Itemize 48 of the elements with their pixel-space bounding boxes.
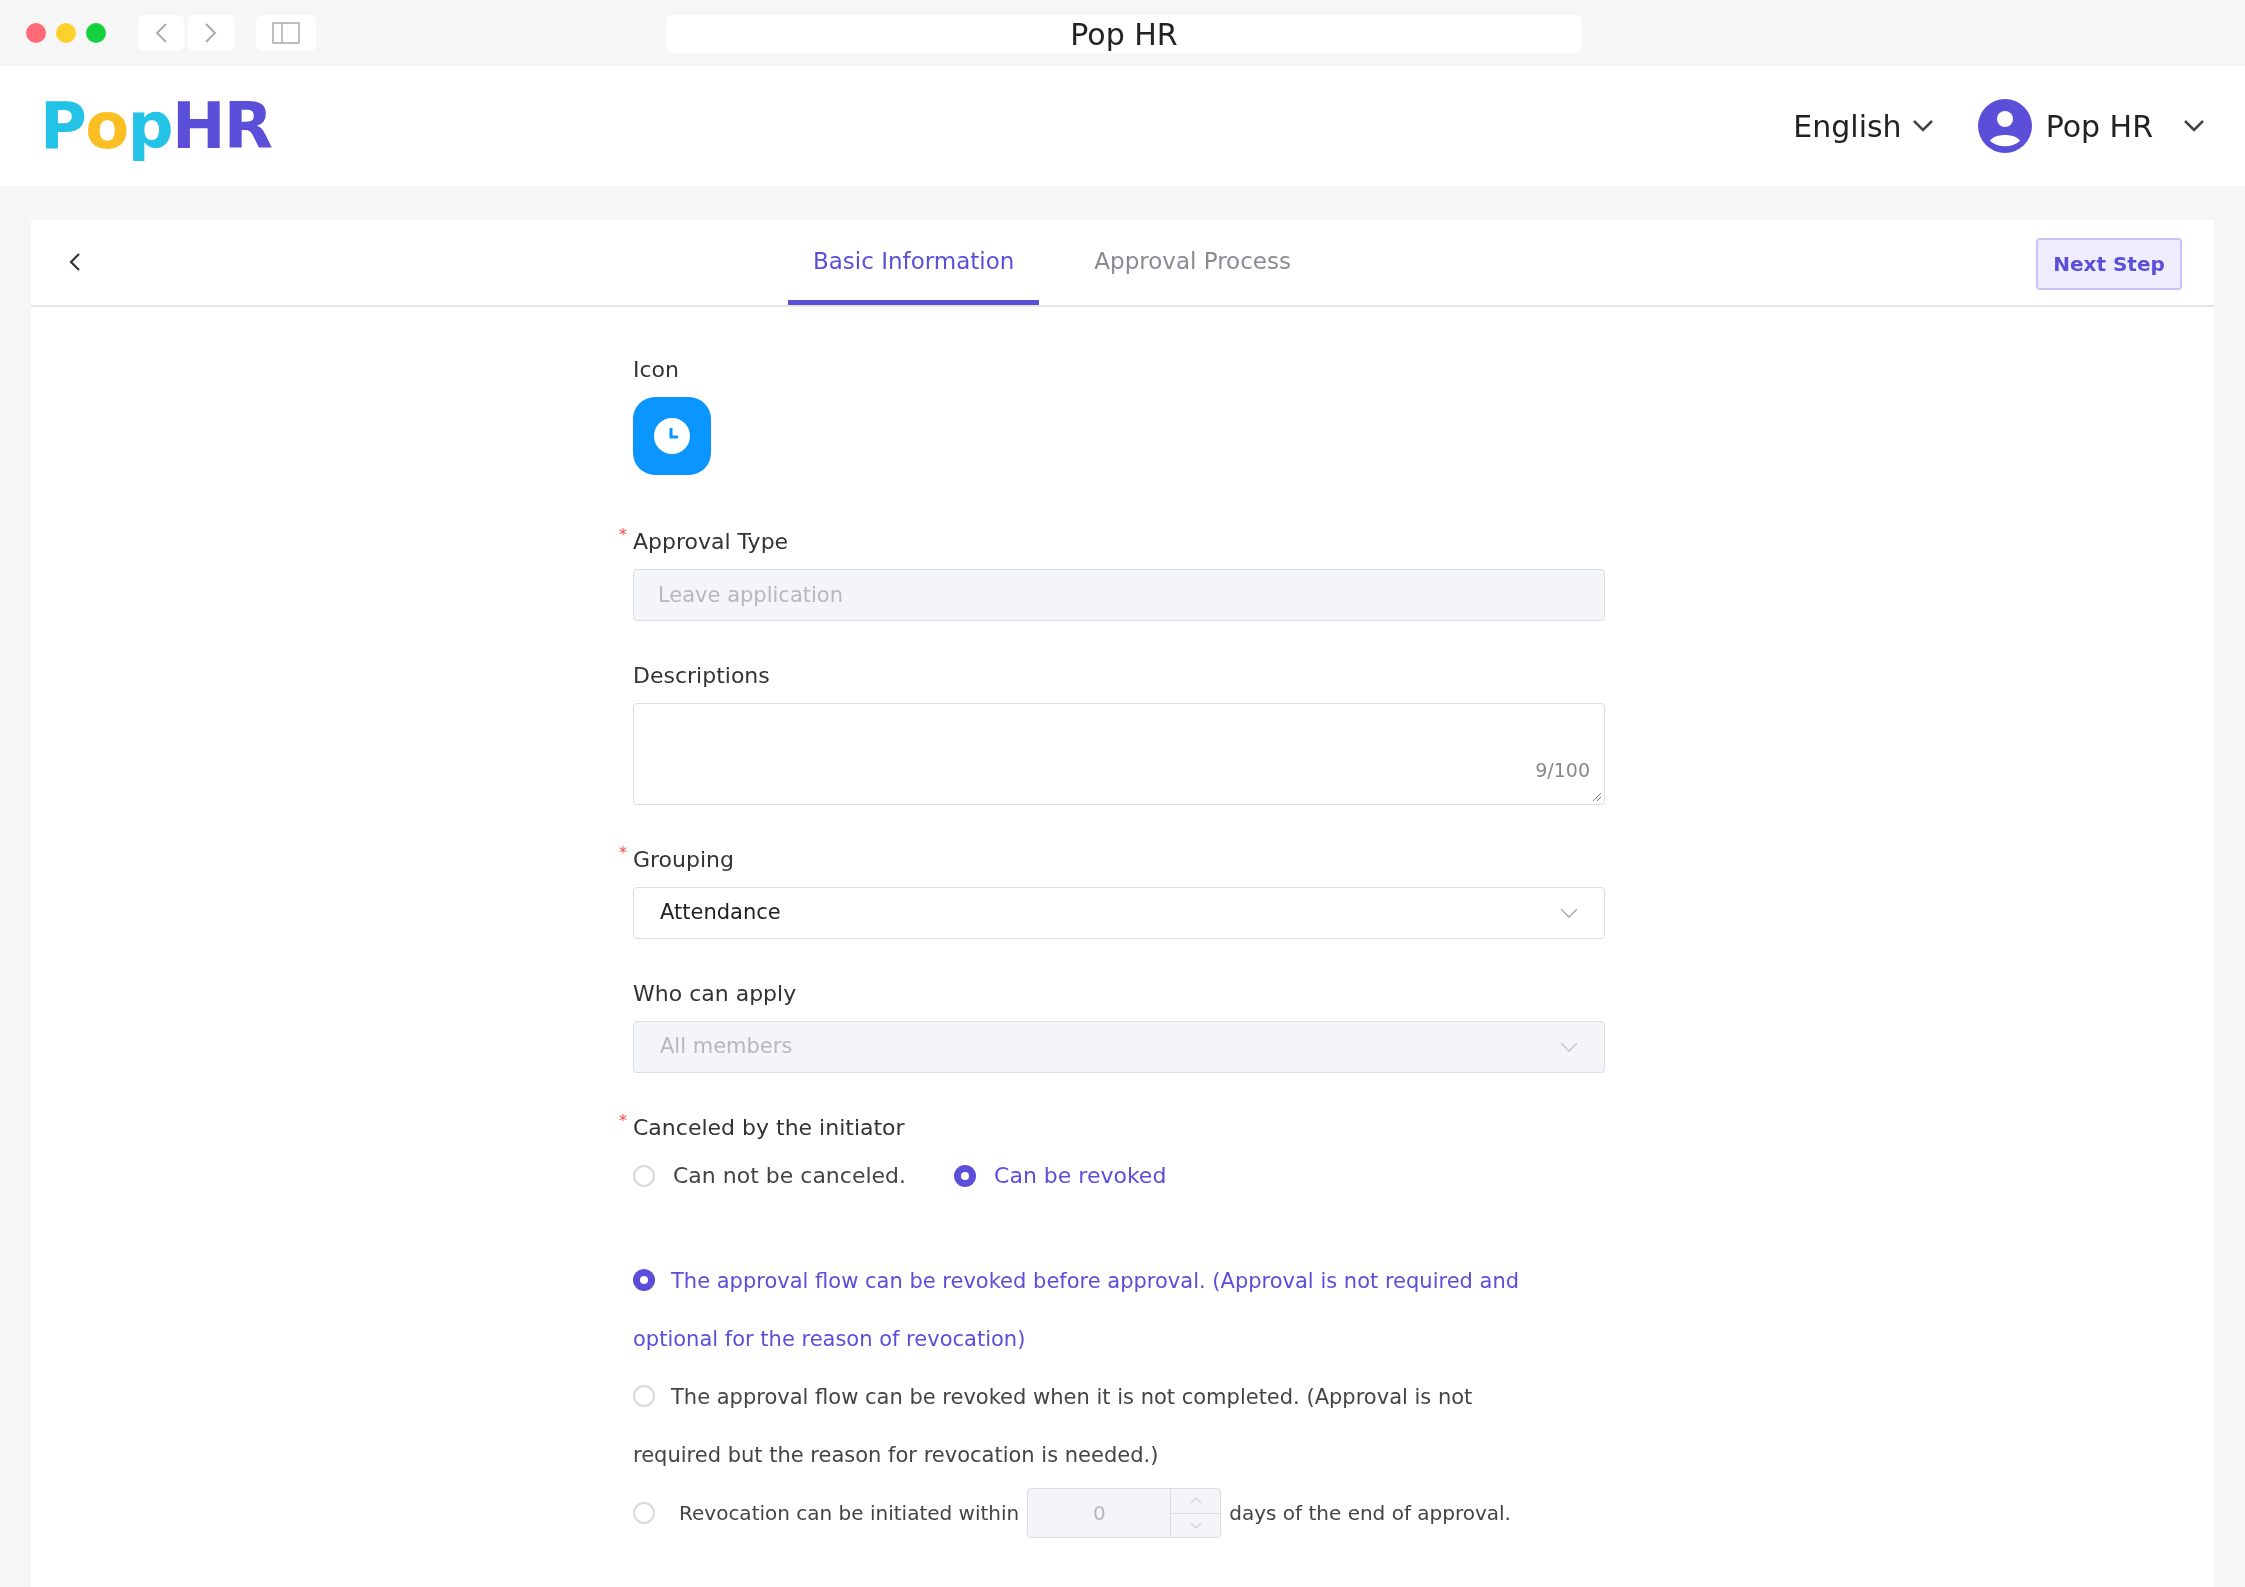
radio-button[interactable] (633, 1269, 655, 1291)
radio-option[interactable]: The approval flow can be revoked when it is not completed. (Approval is not required but the reason for revocation is needed.) (633, 1368, 1563, 1484)
minimize-window-button[interactable] (56, 23, 76, 43)
chevron-down-icon (1911, 119, 1934, 133)
chevron-left-icon (69, 252, 81, 272)
chevron-up-icon (1189, 1497, 1202, 1505)
radio-option[interactable]: Can not be canceled. (633, 1159, 907, 1192)
window-title: Pop HR (1070, 15, 1178, 54)
radio-button[interactable] (633, 1385, 655, 1407)
chevron-down-icon (1189, 1521, 1202, 1529)
resize-handle-icon[interactable] (1592, 792, 1602, 802)
sidebar-icon (272, 22, 300, 44)
close-window-button[interactable] (26, 23, 46, 43)
field-label: Canceled by the initiator (633, 1114, 905, 1142)
avatar-icon (1977, 99, 2032, 153)
radio-button[interactable] (633, 1502, 655, 1524)
user-menu[interactable]: Pop HR (1977, 99, 2205, 153)
chevron-right-icon (204, 22, 218, 44)
maximize-window-button[interactable] (86, 23, 106, 43)
field-label: Who can apply (633, 980, 797, 1008)
character-counter: 9/100 (1535, 757, 1590, 783)
tab[interactable]: Basic Information (788, 220, 1040, 305)
tab[interactable]: Approval Process (1069, 220, 1316, 305)
required-mark: * (619, 1110, 628, 1132)
suffix-text: days of the end of approval. (1229, 1500, 1511, 1527)
field-label: Grouping (633, 846, 734, 874)
chevron-down-icon (1560, 1041, 1578, 1053)
textarea-field[interactable]: 9/100 (633, 703, 1605, 805)
select-field[interactable]: Attendance (633, 887, 1605, 939)
radio-option[interactable]: The approval flow can be revoked before approval. (Approval is not required and optional for the reason of revocation) (633, 1252, 1563, 1368)
clock-icon[interactable] (633, 397, 711, 475)
required-mark: * (619, 524, 628, 546)
chevron-down-icon (1560, 907, 1578, 919)
sidebar-toggle-button[interactable] (256, 15, 316, 51)
radio-button[interactable] (633, 1164, 655, 1187)
chevron-left-icon (154, 22, 168, 44)
radio-option[interactable]: Revocation can be initiated within (633, 1498, 1020, 1528)
forward-button[interactable] (188, 15, 234, 51)
next-step-button[interactable]: Next Step (2036, 238, 2182, 290)
field-label: Approval Type (633, 528, 789, 556)
language-dropdown[interactable]: English (1793, 103, 1934, 149)
radio-button[interactable] (954, 1164, 977, 1187)
radio-option[interactable]: Can be revoked (954, 1159, 1167, 1192)
chevron-down-icon (2183, 119, 2205, 133)
field-label: Descriptions (633, 662, 770, 690)
required-mark: * (619, 842, 628, 864)
field-label: Icon (633, 356, 679, 384)
address-bar[interactable]: Pop HR (666, 15, 1582, 53)
